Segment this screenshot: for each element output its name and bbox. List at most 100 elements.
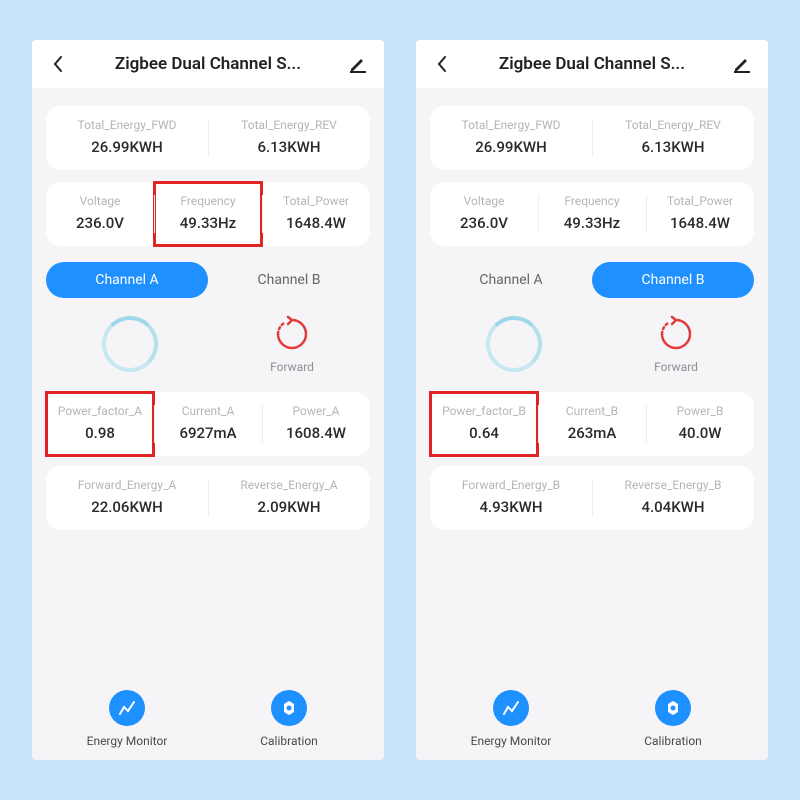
metrics-card: Power_factor_B 0.64 Current_B 263mA Powe…	[430, 392, 754, 456]
calibration-label: Calibration	[260, 734, 318, 748]
power-value: 40.0W	[650, 424, 750, 442]
total-power-value: 1648.4W	[650, 214, 750, 232]
back-icon[interactable]	[432, 54, 452, 74]
current-cell: Current_B 263mA	[538, 392, 646, 456]
channel-tabs: Channel A Channel B	[430, 262, 754, 298]
direction-label: Forward	[654, 360, 698, 374]
pf-value: 0.64	[434, 424, 534, 442]
gear-icon	[655, 690, 691, 726]
total-energy-fwd: Total_Energy_FWD 26.99KWH	[430, 106, 592, 170]
visuals-row: Forward	[430, 310, 754, 388]
pf-label: Power_factor_A	[50, 404, 150, 418]
fwd-energy-label: Forward_Energy_B	[434, 478, 588, 492]
power-factor-cell: Power_factor_B 0.64	[430, 392, 538, 456]
bottom-nav: Energy Monitor Calibration	[46, 676, 370, 752]
direction-indicator: Forward	[270, 314, 314, 374]
voltage-label: Voltage	[434, 194, 534, 208]
energy-monitor-label: Energy Monitor	[87, 734, 168, 748]
total-energy-rev: Total_Energy_REV 6.13KWH	[208, 106, 370, 170]
edit-icon[interactable]	[348, 54, 368, 74]
frequency-value: 49.33Hz	[542, 214, 642, 232]
total-power-label: Total_Power	[266, 194, 366, 208]
frequency-cell: Frequency 49.33Hz	[154, 182, 262, 246]
fwd-energy-label: Forward_Energy_A	[50, 478, 204, 492]
channel-tabs: Channel A Channel B	[46, 262, 370, 298]
page-title: Zigbee Dual Channel S...	[499, 54, 685, 74]
fwd-energy-value: 4.93KWH	[434, 498, 588, 516]
chart-icon	[493, 690, 529, 726]
chart-icon	[109, 690, 145, 726]
page-title: Zigbee Dual Channel S...	[115, 54, 301, 74]
direction-indicator: Forward	[654, 314, 698, 374]
pf-value: 0.98	[50, 424, 150, 442]
current-value: 6927mA	[158, 424, 258, 442]
bottom-nav: Energy Monitor Calibration	[430, 676, 754, 752]
tab-channel-a[interactable]: Channel A	[430, 262, 592, 298]
calibration-button[interactable]: Calibration	[592, 690, 754, 748]
voltage-value: 236.0V	[50, 214, 150, 232]
totals-card: Total_Energy_FWD 26.99KWH Total_Energy_R…	[430, 106, 754, 170]
tab-channel-b[interactable]: Channel B	[592, 262, 754, 298]
voltage-cell: Voltage 236.0V	[430, 182, 538, 246]
calibration-label: Calibration	[644, 734, 702, 748]
forward-energy-cell: Forward_Energy_B 4.93KWH	[430, 466, 592, 530]
rev-energy-value: 2.09KWH	[212, 498, 366, 516]
power-cell: Power_A 1608.4W	[262, 392, 370, 456]
total-rev-label: Total_Energy_REV	[212, 118, 366, 132]
energy-monitor-button[interactable]: Energy Monitor	[430, 690, 592, 748]
total-power-cell: Total_Power 1648.4W	[646, 182, 754, 246]
edit-icon[interactable]	[732, 54, 752, 74]
triple-card: Voltage 236.0V Frequency 49.33Hz Total_P…	[46, 182, 370, 246]
energy-monitor-label: Energy Monitor	[471, 734, 552, 748]
power-cell: Power_B 40.0W	[646, 392, 754, 456]
tab-channel-b[interactable]: Channel B	[208, 262, 370, 298]
power-value: 1608.4W	[266, 424, 366, 442]
total-power-label: Total_Power	[650, 194, 750, 208]
total-power-cell: Total_Power 1648.4W	[262, 182, 370, 246]
total-energy-fwd: Total_Energy_FWD 26.99KWH	[46, 106, 208, 170]
calibration-button[interactable]: Calibration	[208, 690, 370, 748]
phone-right: Zigbee Dual Channel S... Total_Energy_FW…	[416, 40, 768, 760]
header: Zigbee Dual Channel S...	[416, 40, 768, 88]
energy-card: Forward_Energy_B 4.93KWH Reverse_Energy_…	[430, 466, 754, 530]
forward-arrow-icon	[656, 314, 696, 354]
metrics-card: Power_factor_A 0.98 Current_A 6927mA Pow…	[46, 392, 370, 456]
tab-channel-a[interactable]: Channel A	[46, 262, 208, 298]
back-icon[interactable]	[48, 54, 68, 74]
frequency-value: 49.33Hz	[158, 214, 258, 232]
voltage-label: Voltage	[50, 194, 150, 208]
forward-energy-cell: Forward_Energy_A 22.06KWH	[46, 466, 208, 530]
gear-icon	[271, 690, 307, 726]
total-fwd-label: Total_Energy_FWD	[50, 118, 204, 132]
power-label: Power_B	[650, 404, 750, 418]
total-fwd-label: Total_Energy_FWD	[434, 118, 588, 132]
total-rev-value: 6.13KWH	[596, 138, 750, 156]
reverse-energy-cell: Reverse_Energy_B 4.04KWH	[592, 466, 754, 530]
reverse-energy-cell: Reverse_Energy_A 2.09KWH	[208, 466, 370, 530]
total-energy-rev: Total_Energy_REV 6.13KWH	[592, 106, 754, 170]
rev-energy-label: Reverse_Energy_B	[596, 478, 750, 492]
triple-card: Voltage 236.0V Frequency 49.33Hz Total_P…	[430, 182, 754, 246]
frequency-label: Frequency	[542, 194, 642, 208]
phone-left: Zigbee Dual Channel S... Total_Energy_FW…	[32, 40, 384, 760]
rev-energy-label: Reverse_Energy_A	[212, 478, 366, 492]
total-fwd-value: 26.99KWH	[434, 138, 588, 156]
current-label: Current_B	[542, 404, 642, 418]
rev-energy-value: 4.04KWH	[596, 498, 750, 516]
totals-card: Total_Energy_FWD 26.99KWH Total_Energy_R…	[46, 106, 370, 170]
power-label: Power_A	[266, 404, 366, 418]
content: Total_Energy_FWD 26.99KWH Total_Energy_R…	[32, 88, 384, 760]
energy-card: Forward_Energy_A 22.06KWH Reverse_Energy…	[46, 466, 370, 530]
current-label: Current_A	[158, 404, 258, 418]
frequency-label: Frequency	[158, 194, 258, 208]
energy-monitor-button[interactable]: Energy Monitor	[46, 690, 208, 748]
loading-spinner-icon	[102, 316, 158, 372]
total-rev-value: 6.13KWH	[212, 138, 366, 156]
current-cell: Current_A 6927mA	[154, 392, 262, 456]
total-fwd-value: 26.99KWH	[50, 138, 204, 156]
current-value: 263mA	[542, 424, 642, 442]
total-power-value: 1648.4W	[266, 214, 366, 232]
total-rev-label: Total_Energy_REV	[596, 118, 750, 132]
pf-label: Power_factor_B	[434, 404, 534, 418]
power-factor-cell: Power_factor_A 0.98	[46, 392, 154, 456]
